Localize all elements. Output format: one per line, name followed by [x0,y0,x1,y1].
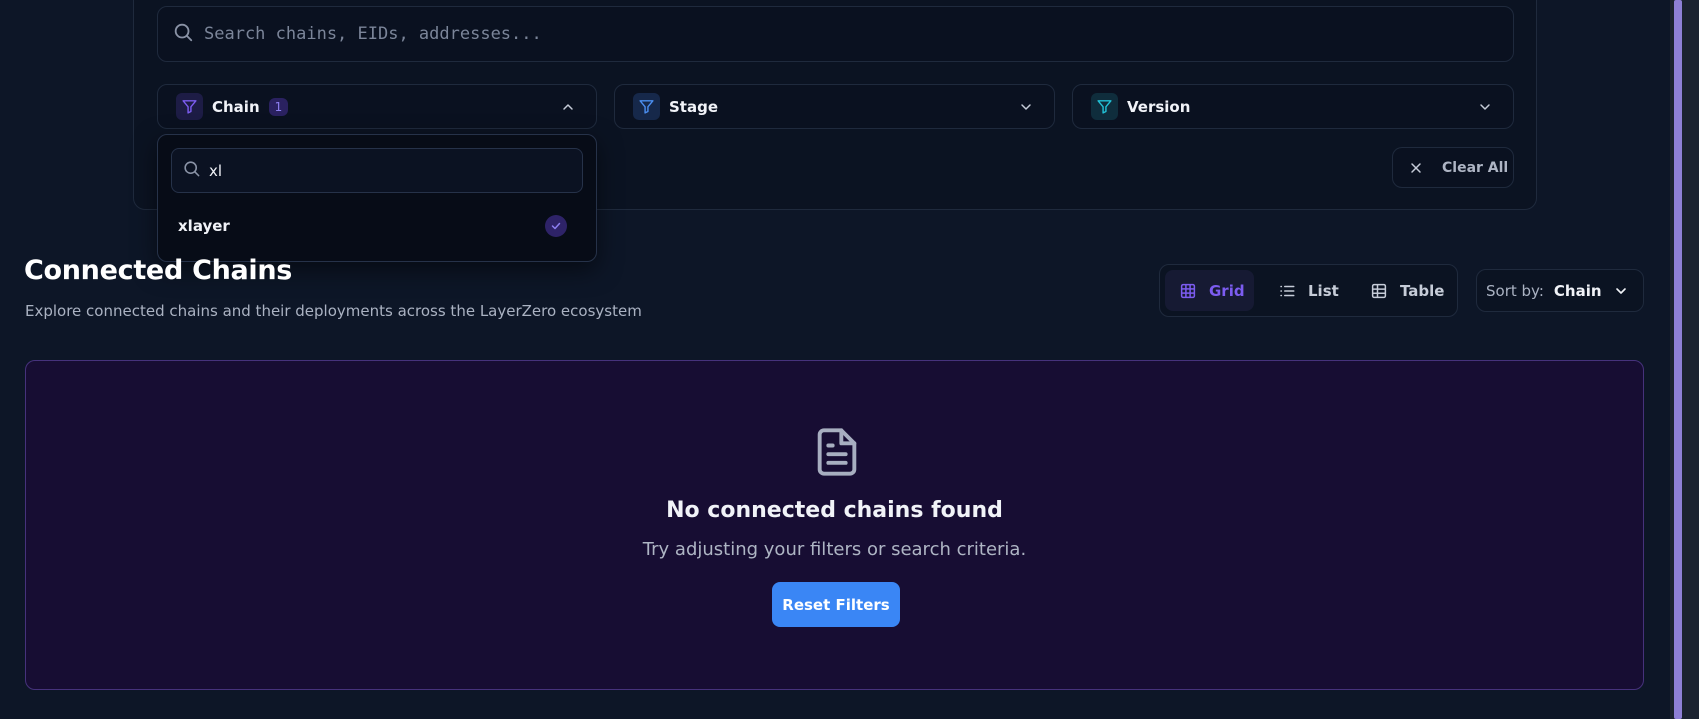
chevron-up-icon [563,104,573,110]
scrollbar-thumb[interactable] [1674,0,1682,719]
reset-filters-button[interactable]: Reset Filters [772,582,900,627]
empty-state-title: No connected chains found [666,498,1003,523]
view-toggle: Grid List Table [1159,264,1458,317]
chevron-down-icon [1021,104,1031,110]
filter-icon [633,93,660,120]
sort-value: Chain [1553,281,1602,300]
empty-state-message: Try adjusting your filters or search cri… [642,539,1027,560]
sort-select[interactable]: Sort by: Chain [1476,269,1644,312]
chain-filter-button[interactable]: Chain 1 [157,84,597,129]
version-filter-label: Version [1127,97,1191,116]
chain-filter-count-badge: 1 [268,97,289,116]
view-grid-label: Grid [1209,281,1245,300]
grid-icon [1180,283,1196,298]
view-list-button[interactable]: List [1264,270,1350,311]
stage-filter-button[interactable]: Stage [614,84,1055,129]
chain-dropdown: xlayer [157,134,597,262]
table-icon [1371,283,1387,298]
page-title: Connected Chains [24,255,293,286]
chain-dropdown-search[interactable] [171,148,583,193]
sort-label: Sort by: [1486,281,1544,300]
stage-filter-label: Stage [669,97,719,116]
chevron-down-icon [1480,104,1490,110]
close-icon [1411,162,1421,173]
chevron-down-icon [1616,288,1626,294]
search-box[interactable] [157,6,1514,62]
clear-all-label: Clear All [1442,159,1509,176]
view-table-label: Table [1400,281,1445,300]
chain-dropdown-search-input[interactable] [209,161,569,180]
empty-state: No connected chains found Try adjusting … [25,360,1644,690]
version-filter-button[interactable]: Version [1072,84,1514,129]
filter-icon [176,93,203,120]
view-list-label: List [1308,281,1339,300]
search-input[interactable] [204,24,1484,44]
chain-option-xlayer[interactable]: xlayer [165,203,589,249]
document-icon [817,428,857,476]
search-icon [172,21,194,47]
view-table-button[interactable]: Table [1356,270,1454,311]
page-subtitle: Explore connected chains and their deplo… [25,302,642,320]
chain-option-label: xlayer [178,217,230,235]
view-grid-button[interactable]: Grid [1165,270,1254,311]
check-icon [545,215,567,237]
filter-icon [1091,93,1118,120]
list-icon [1280,285,1295,296]
chain-filter-label: Chain [212,97,260,116]
clear-all-button[interactable]: Clear All [1392,147,1514,188]
search-icon [182,159,201,182]
